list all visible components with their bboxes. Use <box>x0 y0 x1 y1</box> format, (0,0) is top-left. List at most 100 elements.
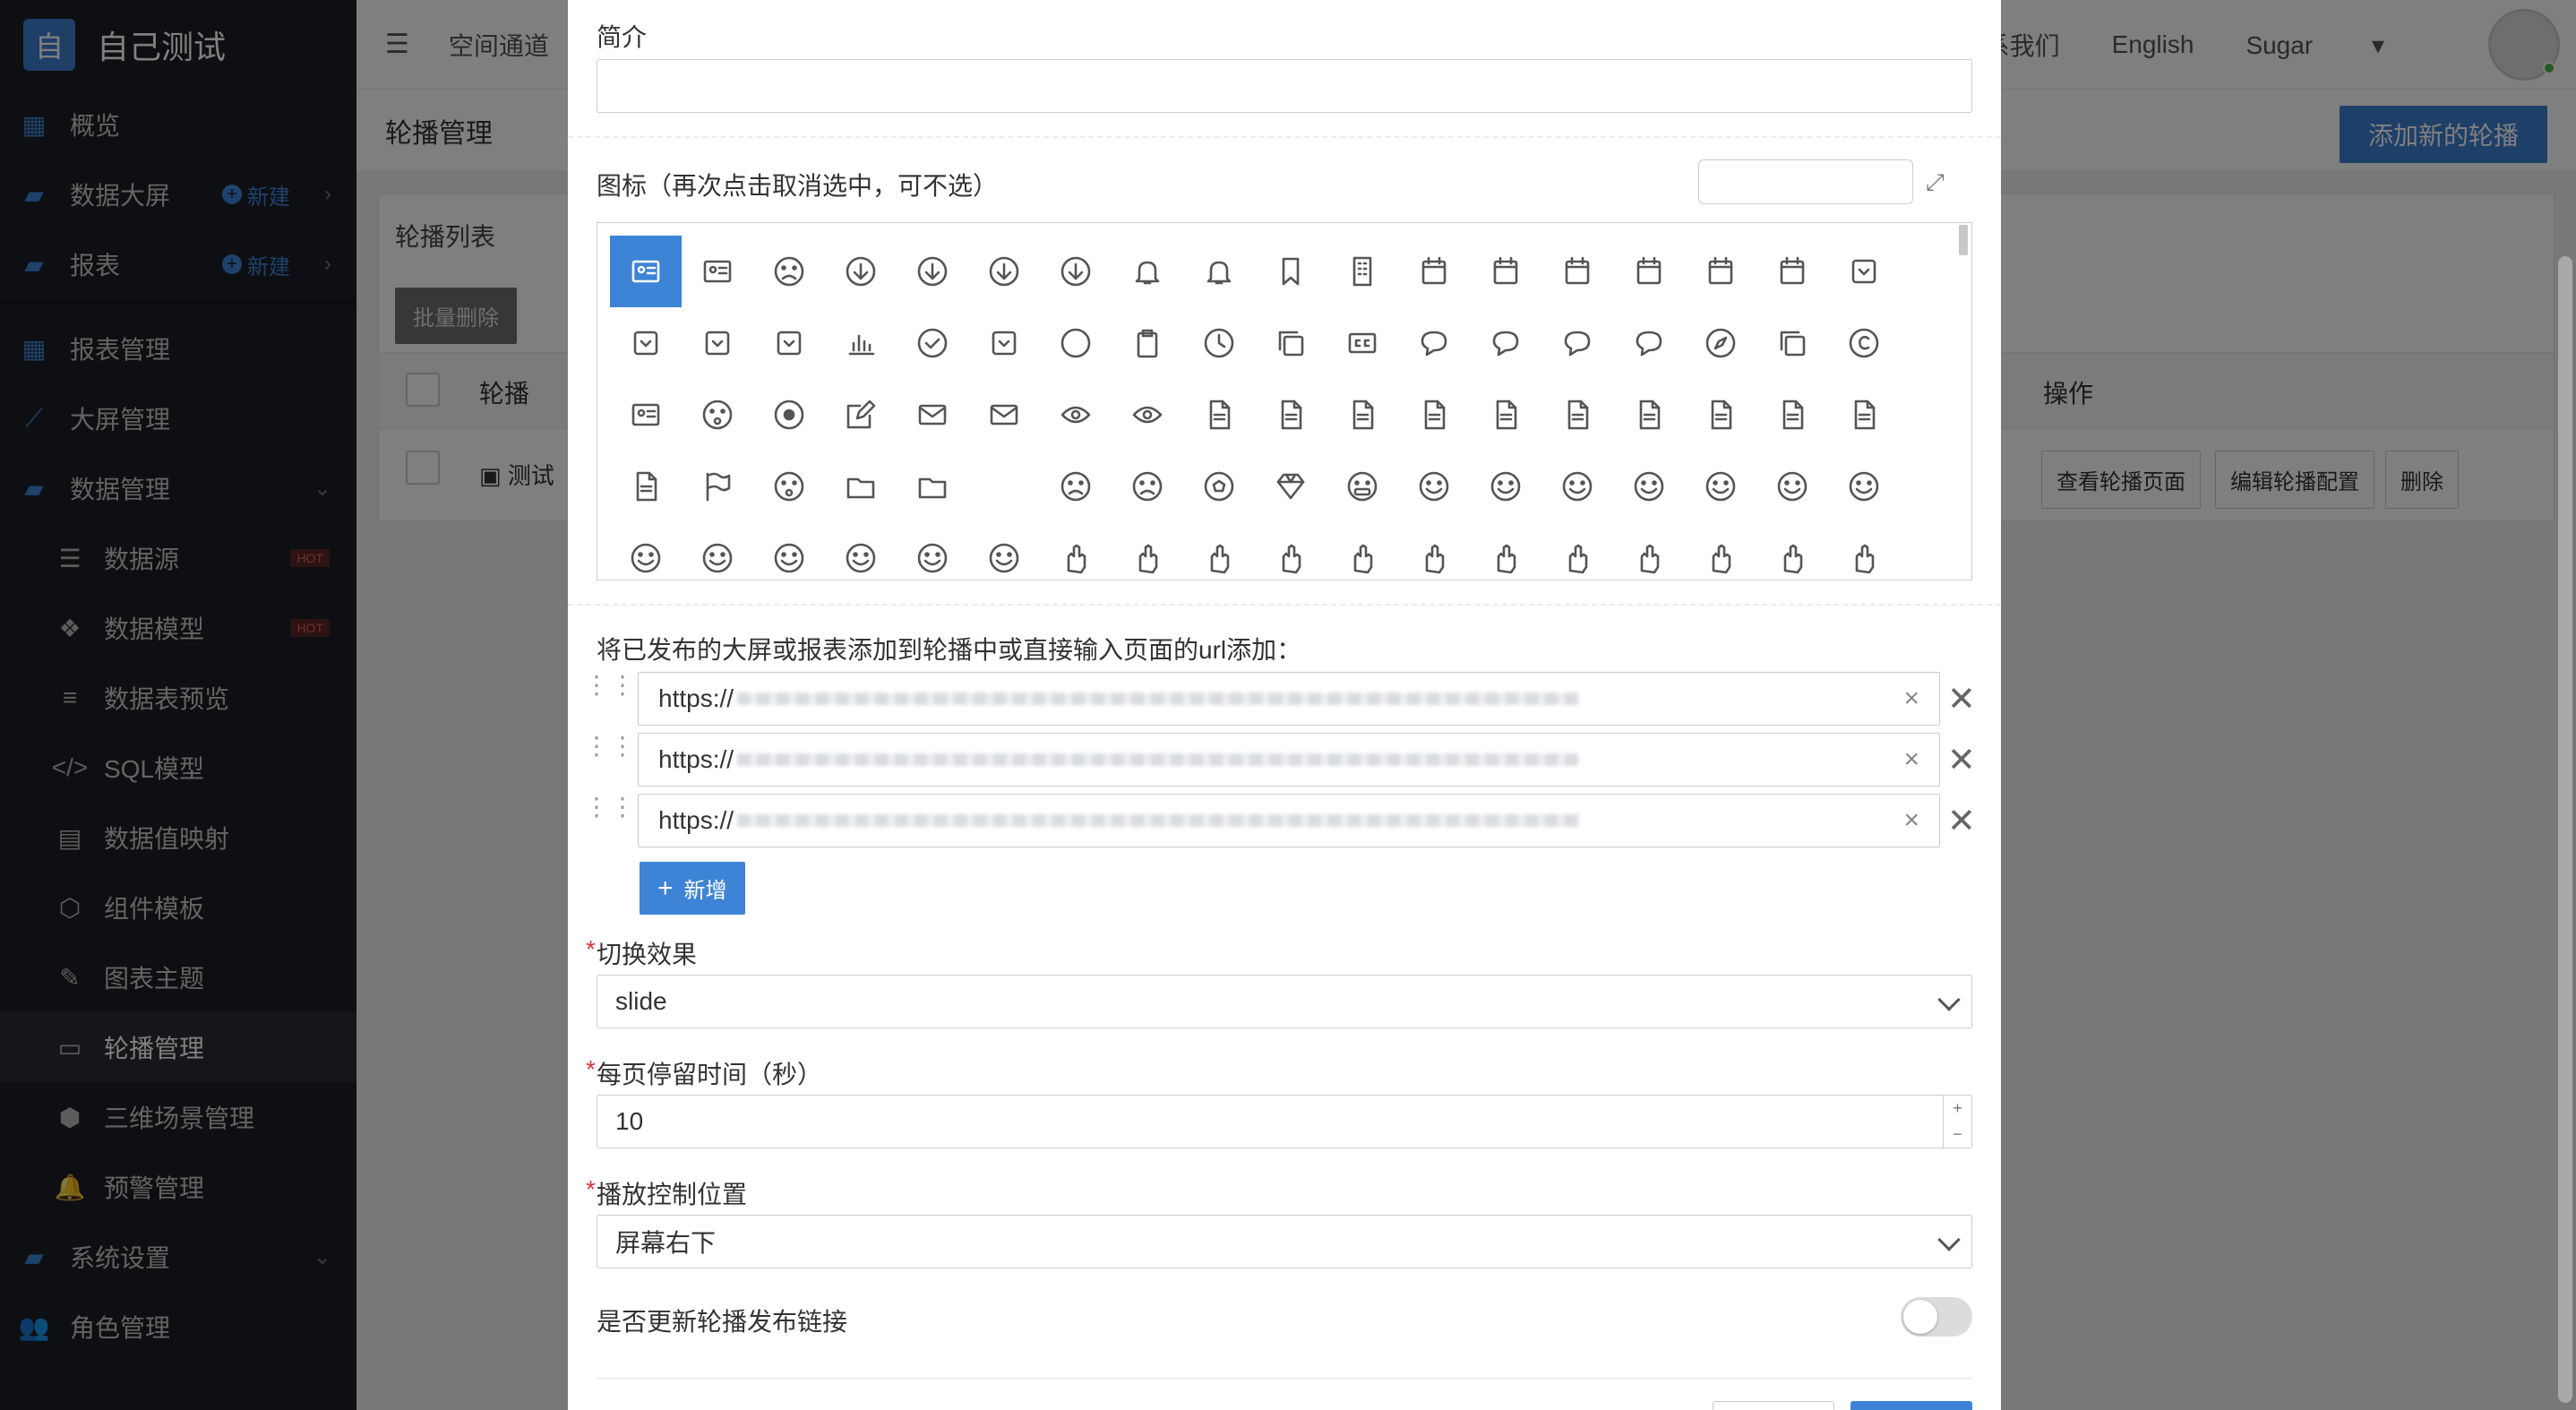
icon-picker-scrollbar[interactable] <box>1959 225 1968 255</box>
hand-paper-icon[interactable] <box>1112 522 1183 580</box>
folder-icon[interactable] <box>825 451 897 522</box>
closed-captioning-icon[interactable] <box>1327 307 1398 379</box>
hand-scissors-icon[interactable] <box>1685 522 1756 580</box>
icon-search-input[interactable] <box>1698 159 1913 204</box>
gem-icon[interactable] <box>1255 451 1327 522</box>
futbol-icon[interactable] <box>1183 451 1255 522</box>
file-archive-icon[interactable] <box>1327 379 1398 451</box>
drag-handle-icon[interactable]: ⋮⋮ <box>584 673 635 718</box>
page-scrollbar[interactable] <box>2558 256 2572 1403</box>
comment-alt-icon[interactable] <box>1470 307 1541 379</box>
arrow-circle-down-icon[interactable] <box>825 236 897 307</box>
caret-square-right-icon[interactable] <box>682 307 753 379</box>
add-url-button[interactable]: + 新增 <box>640 862 745 915</box>
hand-point-up-icon[interactable] <box>1470 522 1541 580</box>
hand-point-right-icon[interactable] <box>1398 522 1470 580</box>
envelope-open-icon[interactable] <box>968 379 1040 451</box>
bell-slash-icon[interactable] <box>1183 236 1255 307</box>
circle-icon[interactable] <box>1040 307 1112 379</box>
hand-lizard-icon[interactable] <box>1040 522 1112 580</box>
expand-icon[interactable]: ⤢ <box>1926 168 1953 195</box>
building-icon[interactable] <box>1327 236 1398 307</box>
comments-icon[interactable] <box>1613 307 1685 379</box>
hand-rock-icon[interactable] <box>1613 522 1685 580</box>
file-icon[interactable] <box>1183 379 1255 451</box>
copy-icon[interactable] <box>1756 307 1828 379</box>
grimace-face-icon[interactable] <box>1327 451 1398 522</box>
grin-tears-face-icon[interactable] <box>682 522 753 580</box>
file-image-icon[interactable] <box>1613 379 1685 451</box>
copyright-icon[interactable] <box>1828 307 1900 379</box>
grin-squint-tears-face-icon[interactable] <box>1828 451 1900 522</box>
url-input[interactable]: https:// × <box>638 672 1940 726</box>
url-input[interactable]: https:// × <box>638 794 1940 847</box>
effect-select[interactable]: slide <box>597 975 1972 1028</box>
caret-square-left-icon[interactable] <box>610 307 682 379</box>
intro-input[interactable] <box>597 59 1972 113</box>
dot-circle-icon[interactable] <box>753 379 825 451</box>
file-powerpoint-icon[interactable] <box>1756 379 1828 451</box>
remove-url-icon[interactable]: ✕ <box>1947 740 1976 780</box>
grin-alt-face-icon[interactable] <box>1470 451 1541 522</box>
grin-squint-face-icon[interactable] <box>1756 451 1828 522</box>
file-pdf-icon[interactable] <box>1685 379 1756 451</box>
folder-open-icon[interactable] <box>897 451 968 522</box>
update-link-toggle[interactable] <box>1901 1297 1972 1337</box>
cancel-button[interactable] <box>1713 1401 1834 1410</box>
id-card-icon[interactable] <box>682 236 753 307</box>
angry-face-icon[interactable] <box>753 236 825 307</box>
file-code-icon[interactable] <box>1470 379 1541 451</box>
calendar-check-icon[interactable] <box>1541 236 1613 307</box>
check-square-icon[interactable] <box>968 307 1040 379</box>
comment-dots-icon[interactable] <box>1541 307 1613 379</box>
file-word-icon[interactable] <box>610 451 682 522</box>
calendar-plus-icon[interactable] <box>1685 236 1756 307</box>
address-card-icon[interactable] <box>610 236 682 307</box>
calendar-times-icon[interactable] <box>1756 236 1828 307</box>
flushed-face-icon[interactable] <box>753 451 825 522</box>
hand-peace-icon[interactable] <box>1183 522 1255 580</box>
clone-icon[interactable] <box>1255 307 1327 379</box>
grin-tongue-face-icon[interactable] <box>753 522 825 580</box>
bar-chart-icon[interactable] <box>825 307 897 379</box>
remove-url-icon[interactable]: ✕ <box>1947 679 1976 719</box>
calendar-grid-icon[interactable] <box>1470 236 1541 307</box>
remove-url-icon[interactable]: ✕ <box>1947 801 1976 841</box>
dizzy-face-icon[interactable] <box>682 379 753 451</box>
file-alt-icon[interactable] <box>1255 379 1327 451</box>
clock-icon[interactable] <box>1183 307 1255 379</box>
grin-beam-sweat-face-icon[interactable] <box>1613 451 1685 522</box>
file-excel-icon[interactable] <box>1541 379 1613 451</box>
frown-face-icon[interactable] <box>1040 451 1112 522</box>
calendar-icon[interactable] <box>1398 236 1470 307</box>
drag-handle-icon[interactable]: ⋮⋮ <box>584 734 635 779</box>
bookmark-icon[interactable] <box>1255 236 1327 307</box>
decrement-icon[interactable]: − <box>1944 1122 1971 1148</box>
clear-icon[interactable]: × <box>1903 744 1919 775</box>
grin-beam-face-icon[interactable] <box>1541 451 1613 522</box>
hand-spock-icon[interactable] <box>1756 522 1828 580</box>
compass-icon[interactable] <box>1685 307 1756 379</box>
hand-pointer-icon[interactable] <box>1541 522 1613 580</box>
arrow-circle-up-icon[interactable] <box>1040 236 1112 307</box>
frown-open-face-icon[interactable] <box>1112 451 1183 522</box>
flag-icon[interactable] <box>682 451 753 522</box>
clear-icon[interactable]: × <box>1903 805 1919 836</box>
drag-handle-icon[interactable]: ⋮⋮ <box>584 795 635 840</box>
caret-square-up-icon[interactable] <box>753 307 825 379</box>
url-input[interactable]: https:// × <box>638 733 1940 787</box>
hand-point-left-icon[interactable] <box>1327 522 1398 580</box>
file-video-icon[interactable] <box>1828 379 1900 451</box>
caret-square-down-icon[interactable] <box>1828 236 1900 307</box>
comment-icon[interactable] <box>1398 307 1470 379</box>
bell-icon[interactable] <box>1112 236 1183 307</box>
increment-icon[interactable]: + <box>1944 1096 1971 1122</box>
envelope-icon[interactable] <box>897 379 968 451</box>
calendar-minus-icon[interactable] <box>1613 236 1685 307</box>
confirm-button[interactable] <box>1850 1401 1972 1410</box>
check-circle-icon[interactable] <box>897 307 968 379</box>
grin-stars-face-icon[interactable] <box>610 522 682 580</box>
interval-input[interactable]: 10 + − <box>597 1095 1972 1148</box>
number-stepper[interactable]: + − <box>1943 1096 1971 1148</box>
eye-slash-icon[interactable] <box>1112 379 1183 451</box>
